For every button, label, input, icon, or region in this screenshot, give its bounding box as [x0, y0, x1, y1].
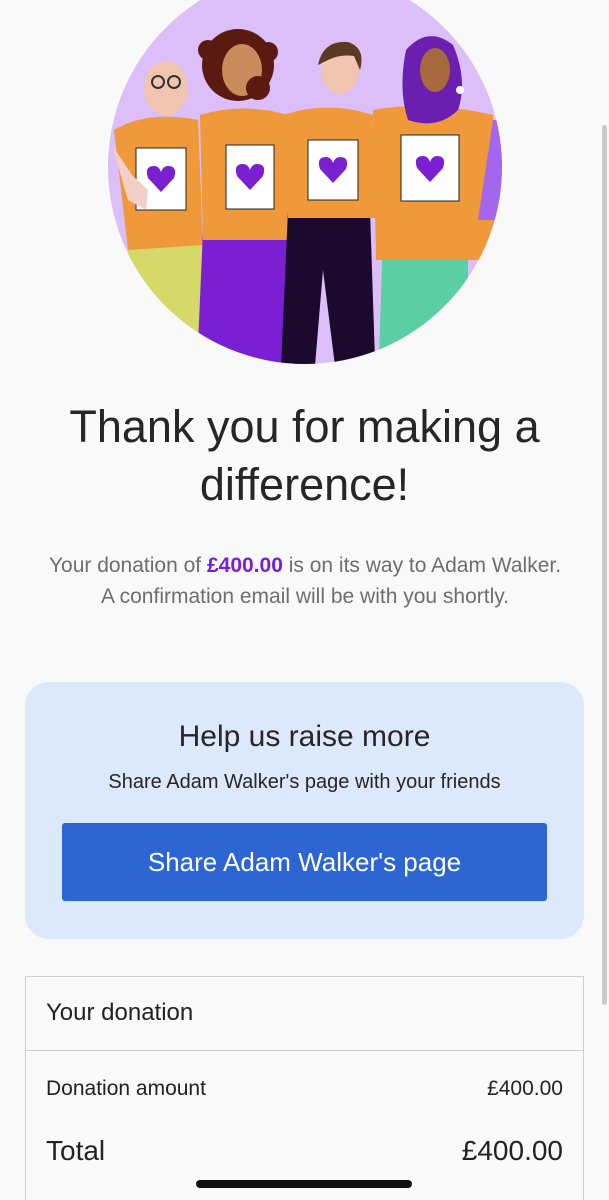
- donation-confirmation-screen: Thank you for making a difference! Your …: [0, 0, 609, 1200]
- donation-summary: Your donation Donation amount £400.00 To…: [25, 976, 584, 1200]
- share-card: Help us raise more Share Adam Walker's p…: [25, 682, 584, 939]
- share-page-button[interactable]: Share Adam Walker's page: [62, 823, 547, 901]
- share-subheading: Share Adam Walker's page with your frien…: [108, 771, 501, 793]
- message-suffix: is on its way to Adam Walker.: [282, 554, 562, 577]
- summary-title: Your donation: [46, 999, 194, 1026]
- row-value: £400.00: [461, 1135, 563, 1166]
- donation-amount-row: Donation amount £400.00: [46, 1077, 563, 1101]
- row-label: Total: [46, 1135, 106, 1166]
- summary-header: Your donation: [26, 977, 583, 1051]
- message-prefix: Your donation of: [48, 554, 207, 577]
- scrollbar[interactable]: [602, 125, 607, 1005]
- total-row: Total £400.00: [46, 1135, 563, 1167]
- email-notice: A confirmation email will be with you sh…: [100, 585, 510, 608]
- share-heading: Help us raise more: [178, 720, 431, 753]
- donation-confirmation-message: Your donation of £400.00 is on its way t…: [40, 550, 570, 612]
- volunteers-illustration: [108, 0, 502, 364]
- page-title: Thank you for making a difference!: [69, 401, 540, 510]
- donation-amount-highlight: £400.00: [206, 554, 283, 577]
- home-indicator[interactable]: [196, 1180, 412, 1188]
- row-value: £400.00: [487, 1077, 563, 1100]
- row-label: Donation amount: [46, 1077, 206, 1100]
